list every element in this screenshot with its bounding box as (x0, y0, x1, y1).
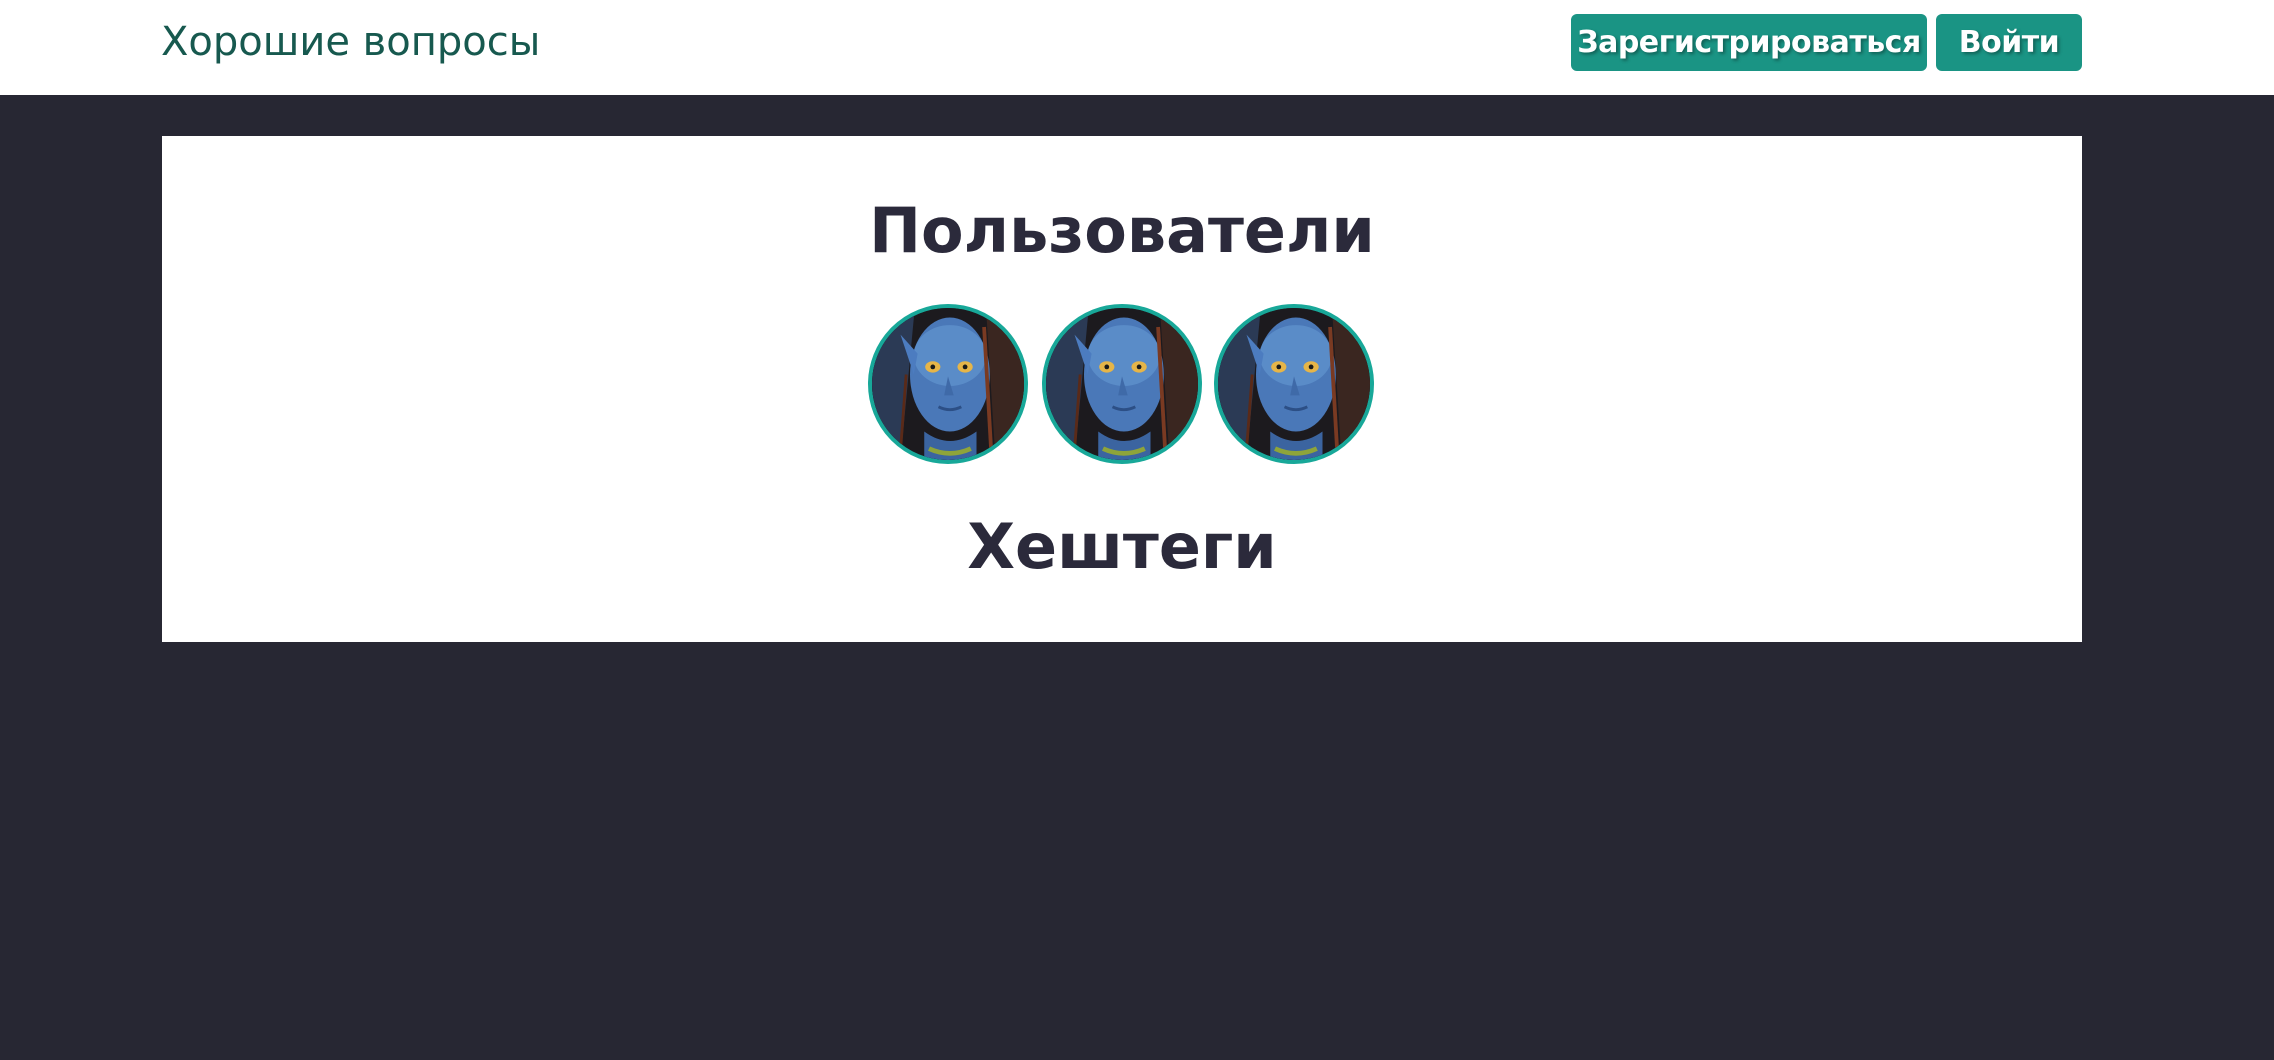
content-card: Пользователи Хештеги (162, 136, 2082, 642)
login-button[interactable]: Войти (1936, 14, 2082, 71)
users-avatar-list (162, 304, 2082, 470)
top-navbar: Хорошие вопросы Зарегистрироваться Войти (0, 0, 2274, 95)
avatar-image (872, 308, 1024, 460)
avatar-image (1046, 308, 1198, 460)
user-avatar[interactable] (868, 304, 1028, 464)
user-avatar[interactable] (1042, 304, 1202, 464)
register-button[interactable]: Зарегистрироваться (1571, 14, 1927, 71)
users-heading: Пользователи (869, 194, 1375, 267)
hashtags-heading: Хештеги (967, 510, 1277, 583)
user-avatar[interactable] (1214, 304, 1374, 464)
avatar-image (1218, 308, 1370, 460)
site-brand-link[interactable]: Хорошие вопросы (161, 16, 540, 68)
